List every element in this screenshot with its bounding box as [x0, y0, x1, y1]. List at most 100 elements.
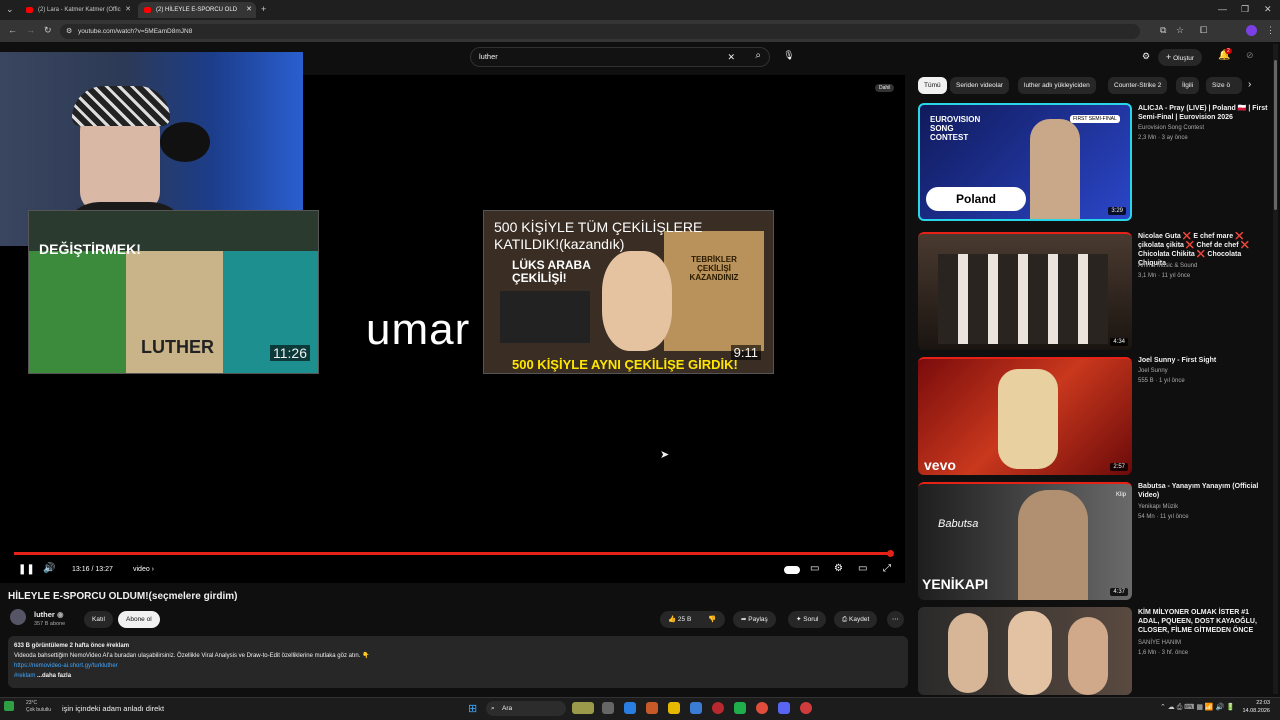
task-view-icon[interactable]	[602, 702, 614, 714]
share-button[interactable]: ➦ Paylaş	[733, 611, 776, 628]
paid-promo-badge: Dahil	[875, 84, 895, 92]
clear-search-icon[interactable]: ✕	[727, 48, 735, 66]
sidebar-channel-1[interactable]: Eurovision Song Contest	[1138, 124, 1268, 132]
volume-icon[interactable]: 🔊	[43, 563, 55, 574]
endscreen-caption: DEĞİŞTİRMEK!	[39, 241, 141, 257]
autoplay-toggle[interactable]	[784, 566, 800, 574]
taskbar-notice: işin içindeki adam anladı direkt	[62, 704, 165, 713]
system-tray-icons[interactable]: ⌃ ☁ ⎙ ⌨ ▦ 📶 🔊 🔋	[1160, 703, 1235, 712]
channel-avatar[interactable]	[10, 609, 26, 625]
more-actions-icon[interactable]: ⋯	[887, 611, 904, 628]
tab-list-icon[interactable]: ⌄	[6, 5, 14, 14]
tab-label: (2) Lara - Katmer Katmer (Offic	[38, 7, 121, 13]
close-icon[interactable]: ✕	[125, 2, 131, 18]
video-title: HİLEYLE E-SPORCU OLDUM!(seçmelere girdim…	[8, 591, 238, 602]
hashtag-link[interactable]: #reklam	[14, 673, 35, 679]
chip-uploader[interactable]: luther adlı yükleyiciden	[1018, 77, 1096, 94]
extensions-icon[interactable]: ⧠	[1200, 26, 1207, 35]
store-icon[interactable]	[690, 702, 702, 714]
fullscreen-icon[interactable]: ⤢	[883, 563, 891, 574]
sidebar-title-4[interactable]: Babutsa - Yanayım Yanayım (Official Vide…	[1138, 482, 1268, 500]
chip-related[interactable]: İlgili	[1176, 77, 1200, 94]
chevron-right-icon[interactable]: ›	[1248, 79, 1251, 90]
show-more-link[interactable]: ...daha fazla	[37, 673, 71, 679]
like-icon[interactable]: 👍	[668, 616, 676, 623]
join-button[interactable]: Katıl	[84, 611, 114, 628]
cast-icon[interactable]: ⚙	[1142, 51, 1150, 62]
sidebar-title-5[interactable]: KİM MİLYONER OLMAK İSTER #1 ADAL, PQUEEN…	[1138, 608, 1268, 635]
sidebar-channel-2[interactable]: Amma Music & Sound	[1138, 262, 1268, 270]
url-field[interactable]: ⚙ youtube.com/watch?v=5MEamD8mJN8	[60, 24, 1140, 39]
search-input[interactable]: luther ✕ ⌕	[470, 47, 770, 67]
sidebar-thumb-1[interactable]: EUROVISION SONG CONTEST FIRST SEMI-FINAL…	[918, 103, 1132, 221]
install-icon[interactable]: ⧉	[1160, 26, 1166, 35]
site-info-icon[interactable]: ⚙	[66, 24, 72, 39]
chip-cs2[interactable]: Counter-Strike 2	[1108, 77, 1168, 94]
close-icon[interactable]: ✕	[246, 2, 252, 18]
profile-avatar[interactable]	[1246, 25, 1257, 36]
voice-search-icon[interactable]: 🎙	[782, 50, 796, 64]
channel-name[interactable]: luther ◉	[34, 610, 63, 619]
settings-icon[interactable]: ⚙	[834, 563, 843, 574]
sidebar-channel-3[interactable]: Joel Sunny	[1138, 367, 1268, 375]
dislike-icon[interactable]: 👎	[708, 611, 716, 628]
subscribe-button[interactable]: Abone ol	[118, 611, 160, 628]
sidebar-channel-4[interactable]: Yenikapı Müzik	[1138, 503, 1268, 511]
progress-bar[interactable]	[14, 552, 894, 555]
new-tab-button[interactable]: +	[261, 5, 266, 14]
taskbar	[0, 697, 1280, 720]
endscreen-video-right[interactable]: TEBRİKLER ÇEKİLİŞİ KAZANDINIZ LÜKS ARABA…	[483, 210, 774, 374]
taskbar-search[interactable]: ⌕ Ara	[486, 701, 566, 716]
tab-lara[interactable]: (2) Lara - Katmer Katmer (Offic ✕	[20, 2, 135, 18]
sidebar-thumb-4[interactable]: Babutsa YENİKAPI Klip 4:37	[918, 482, 1132, 600]
forward-icon[interactable]: →	[26, 26, 35, 35]
sidebar-thumb-3[interactable]: vevo 2:57	[918, 357, 1132, 475]
pause-icon[interactable]: ❚❚	[18, 564, 35, 575]
widgets-icon[interactable]	[4, 701, 14, 711]
description-link[interactable]: https://nemovideo-ai.short.gy/turkluther	[14, 661, 902, 671]
subtitles-icon[interactable]: ▭	[810, 563, 819, 574]
tab-hileyle[interactable]: (2) HİLEYLE E-SPORCU OLD ✕	[138, 2, 256, 18]
weather-temp[interactable]: 23°C	[26, 700, 37, 706]
ask-button[interactable]: ✦ Sorul	[788, 611, 827, 628]
sidebar-thumb-2[interactable]: 4:34	[918, 232, 1132, 350]
search-icon[interactable]: ⌕	[755, 47, 761, 65]
file-explorer-icon[interactable]	[668, 702, 680, 714]
sidebar-thumb-5[interactable]	[918, 607, 1132, 695]
endscreen-video-left[interactable]: DEĞİŞTİRMEK! LUTHER 11:26	[28, 210, 319, 374]
back-icon[interactable]: ←	[8, 26, 17, 35]
whatsapp-icon[interactable]	[734, 702, 746, 714]
theater-icon[interactable]: ▭	[858, 563, 867, 574]
copilot-icon[interactable]	[624, 702, 636, 714]
progress-handle[interactable]	[887, 550, 894, 557]
start-icon[interactable]: ⊞	[468, 702, 477, 715]
minimize-icon[interactable]: —	[1218, 5, 1227, 14]
scrollbar-thumb[interactable]	[1274, 60, 1277, 210]
menu-icon[interactable]: ⋮	[1266, 26, 1275, 35]
close-window-icon[interactable]: ✕	[1264, 5, 1272, 14]
chapter-button[interactable]: video ›	[133, 566, 154, 573]
account-icon[interactable]: ⊘	[1246, 50, 1254, 61]
chrome-icon[interactable]	[756, 702, 768, 714]
discord-icon[interactable]	[778, 702, 790, 714]
chip-all[interactable]: Tümü	[918, 77, 947, 94]
app-icon[interactable]	[712, 702, 724, 714]
app-icon[interactable]	[646, 702, 658, 714]
save-button[interactable]: ⎙ Kaydet	[834, 611, 878, 628]
sidebar-channel-5[interactable]: SANİYE HANIM	[1138, 639, 1268, 647]
description-box[interactable]: 633 B görüntüleme 2 hafta önce #reklam V…	[8, 636, 908, 688]
create-button[interactable]: + Oluştur	[1158, 49, 1203, 66]
semi-final-badge: FIRST SEMI-FINAL	[1070, 115, 1120, 123]
clock-time[interactable]: 22:03	[1242, 700, 1270, 706]
endscreen-title: 500 KİŞİYLE TÜM ÇEKİLİŞLERE KATILDIK!(ka…	[494, 219, 703, 252]
news-widget-icon[interactable]	[572, 702, 594, 714]
bookmark-icon[interactable]: ☆	[1176, 26, 1184, 35]
maximize-icon[interactable]: ❐	[1241, 5, 1249, 14]
chip-for-you[interactable]: Size ö	[1206, 77, 1242, 94]
app-icon[interactable]	[800, 702, 812, 714]
sidebar-title-3[interactable]: Joel Sunny - First Sight	[1138, 356, 1268, 365]
reload-icon[interactable]: ↻	[44, 26, 52, 35]
verified-icon: ◉	[56, 610, 64, 619]
sidebar-title-1[interactable]: ALICJA - Pray (LIVE) | Poland 🇵🇱 | First…	[1138, 104, 1268, 122]
chip-series[interactable]: Seriden videolar	[950, 77, 1009, 94]
